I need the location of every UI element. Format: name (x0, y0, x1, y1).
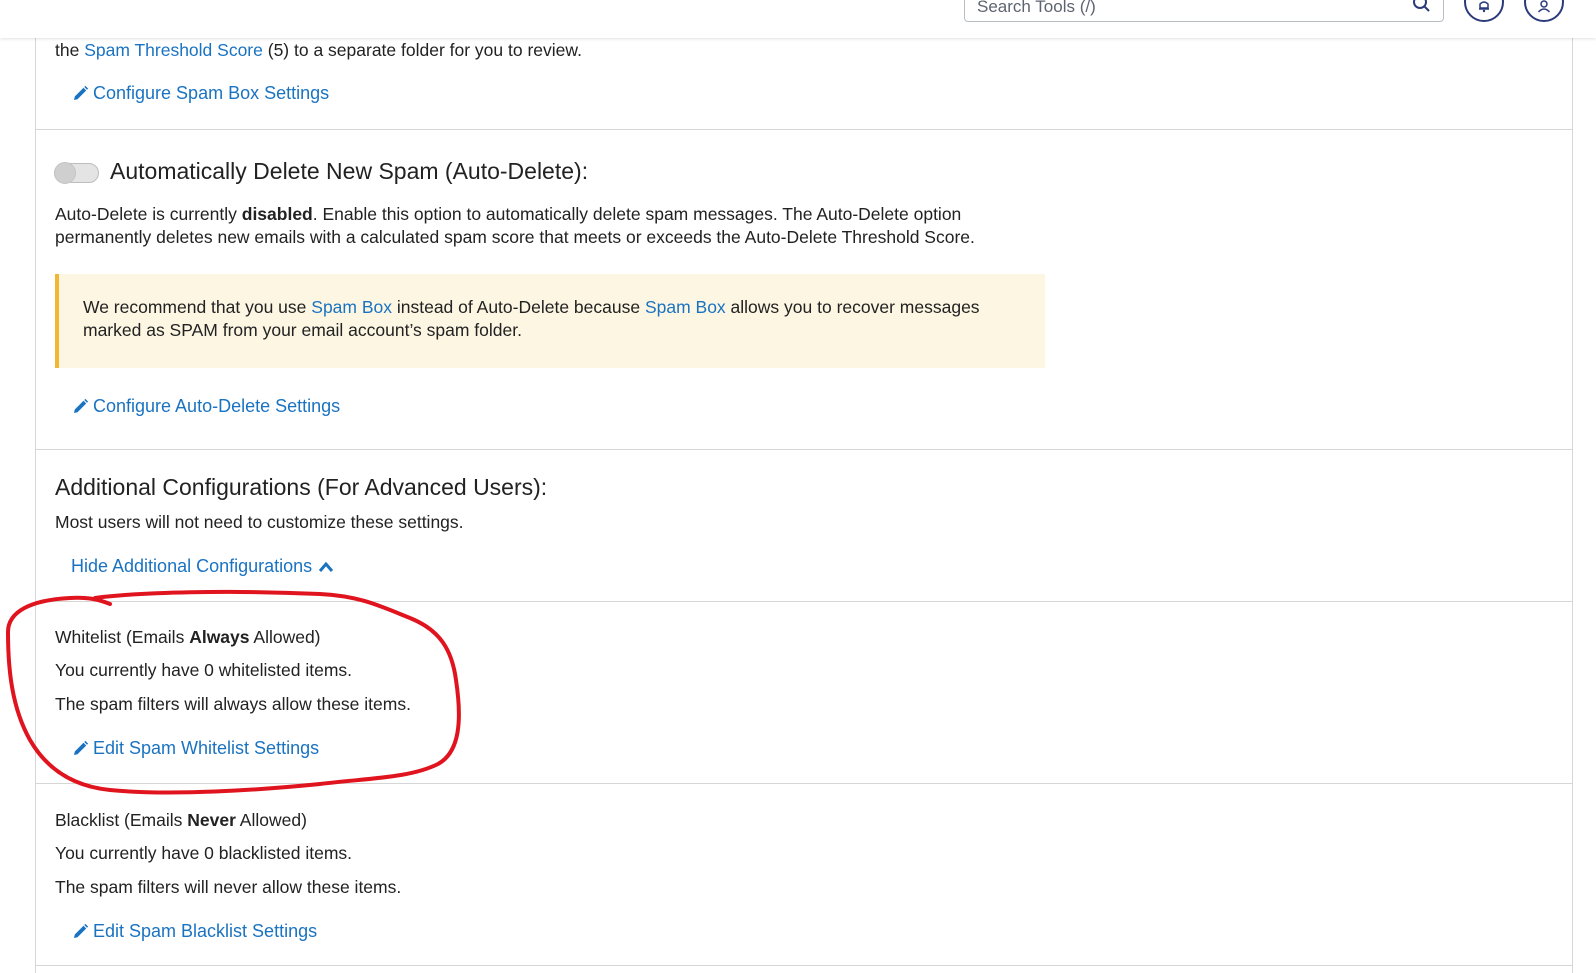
pencil-icon (74, 85, 89, 100)
edit-spam-blacklist-button[interactable]: Edit Spam Blacklist Settings (71, 921, 317, 942)
whitelist-section: Whitelist (Emails Always Allowed) You cu… (36, 602, 1572, 784)
search-box[interactable] (964, 0, 1444, 22)
edit-spam-blacklist-label: Edit Spam Blacklist Settings (93, 921, 318, 941)
spam-box-text-after: (5) to a separate folder for you to revi… (262, 40, 582, 60)
spam-box-description: the Spam Threshold Score (5) to a separa… (55, 39, 582, 62)
search-icon[interactable] (1411, 0, 1433, 16)
configure-auto-delete-label: Configure Auto-Delete Settings (93, 396, 341, 416)
blacklist-title-prefix: Blacklist (Emails (55, 810, 188, 830)
auto-delete-title: Automatically Delete New Spam (Auto-Dele… (110, 158, 589, 184)
configure-auto-delete-button[interactable]: Configure Auto-Delete Settings (71, 396, 340, 417)
whitelist-title-bold: Always (189, 627, 250, 647)
edit-spam-whitelist-label: Edit Spam Whitelist Settings (93, 738, 320, 758)
pencil-icon (74, 740, 89, 755)
blacklist-description: The spam filters will never allow these … (55, 877, 402, 897)
chevron-up-icon (319, 561, 334, 572)
notifications-button[interactable] (1464, 0, 1504, 22)
additional-configurations-description: Most users will not need to customize th… (55, 512, 464, 532)
spam-threshold-score-link[interactable]: Spam Threshold Score (84, 40, 263, 60)
spam-filters-panel: the Spam Threshold Score (5) to a separa… (35, 0, 1573, 973)
auto-delete-status-prefix: Auto-Delete is currently (55, 204, 242, 224)
auto-delete-status-value: disabled (241, 204, 313, 224)
auto-delete-section: Automatically Delete New Spam (Auto-Dele… (36, 130, 1572, 450)
user-icon (1537, 0, 1551, 13)
bell-icon (1479, 1, 1489, 13)
search-input[interactable] (975, 0, 1395, 21)
whitelist-description: The spam filters will always allow these… (55, 694, 411, 714)
pencil-icon (74, 923, 89, 938)
toggle-knob (54, 162, 76, 184)
recommendation-callout: We recommend that you use Spam Box inste… (55, 274, 1045, 368)
callout-text: We recommend that you use Spam Box inste… (83, 296, 1033, 342)
edit-spam-whitelist-button[interactable]: Edit Spam Whitelist Settings (71, 738, 319, 759)
hide-additional-configurations-button[interactable]: Hide Additional Configurations (71, 556, 334, 577)
whitelist-title-prefix: Whitelist (Emails (55, 627, 190, 647)
auto-delete-status: Auto-Delete is currently disabled. Enabl… (55, 203, 1035, 249)
spam-box-link-1[interactable]: Spam Box (311, 297, 392, 317)
blacklist-title-suffix: Allowed) (235, 810, 307, 830)
callout-part2: instead of Auto-Delete because (392, 297, 645, 317)
blacklist-title: Blacklist (Emails Never Allowed) (55, 809, 307, 832)
spam-box-text-before: the (55, 40, 85, 60)
configure-spam-box-button[interactable]: Configure Spam Box Settings (71, 83, 329, 104)
configure-spam-box-label: Configure Spam Box Settings (93, 83, 330, 103)
spam-box-link-2[interactable]: Spam Box (645, 297, 726, 317)
blacklist-count: You currently have 0 blacklisted items. (55, 843, 353, 863)
auto-delete-toggle[interactable] (54, 162, 99, 184)
user-menu-button[interactable] (1524, 0, 1564, 22)
pencil-icon (74, 398, 89, 413)
whitelist-title: Whitelist (Emails Always Allowed) (55, 626, 321, 649)
additional-configurations-section: Additional Configurations (For Advanced … (36, 450, 1572, 602)
additional-configurations-title: Additional Configurations (For Advanced … (55, 474, 548, 500)
blacklist-section: Blacklist (Emails Never Allowed) You cur… (36, 784, 1572, 966)
blacklist-title-bold: Never (187, 810, 236, 830)
top-bar (0, 0, 1596, 38)
hide-additional-configurations-label: Hide Additional Configurations (71, 556, 313, 576)
whitelist-title-suffix: Allowed) (249, 627, 321, 647)
callout-part1: We recommend that you use (83, 297, 312, 317)
whitelist-count: You currently have 0 whitelisted items. (55, 660, 353, 680)
